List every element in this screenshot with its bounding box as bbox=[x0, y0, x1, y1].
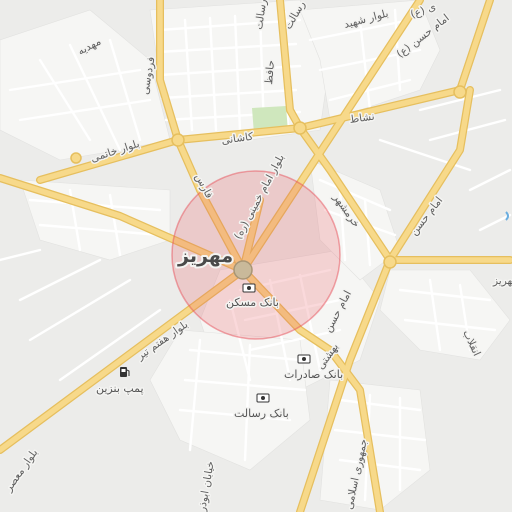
bank-icon bbox=[297, 354, 311, 364]
map-canvas[interactable]: مهدیه فردوسی حافظ رسالت رسالت بلوار شهید… bbox=[0, 0, 512, 512]
street-label-hafez: حافظ bbox=[263, 60, 277, 86]
poi-label-gas-station: پمپ بنزین bbox=[96, 382, 144, 395]
bank-icon bbox=[256, 393, 270, 403]
city-center-marker[interactable] bbox=[233, 260, 253, 280]
bank-icon bbox=[242, 283, 256, 293]
map-view[interactable]: مهدیه فردوسی حافظ رسالت رسالت بلوار شهید… bbox=[0, 0, 512, 512]
poi-label-bank-maskan: بانک مسکن bbox=[226, 296, 279, 309]
poi-label-bank-resalat: بانک رسالت bbox=[234, 407, 289, 420]
city-label-east: مهریز bbox=[492, 275, 512, 287]
poi-label-bank-saderat: بانک صادرات bbox=[284, 368, 343, 381]
city-label: مهریز bbox=[177, 245, 233, 267]
